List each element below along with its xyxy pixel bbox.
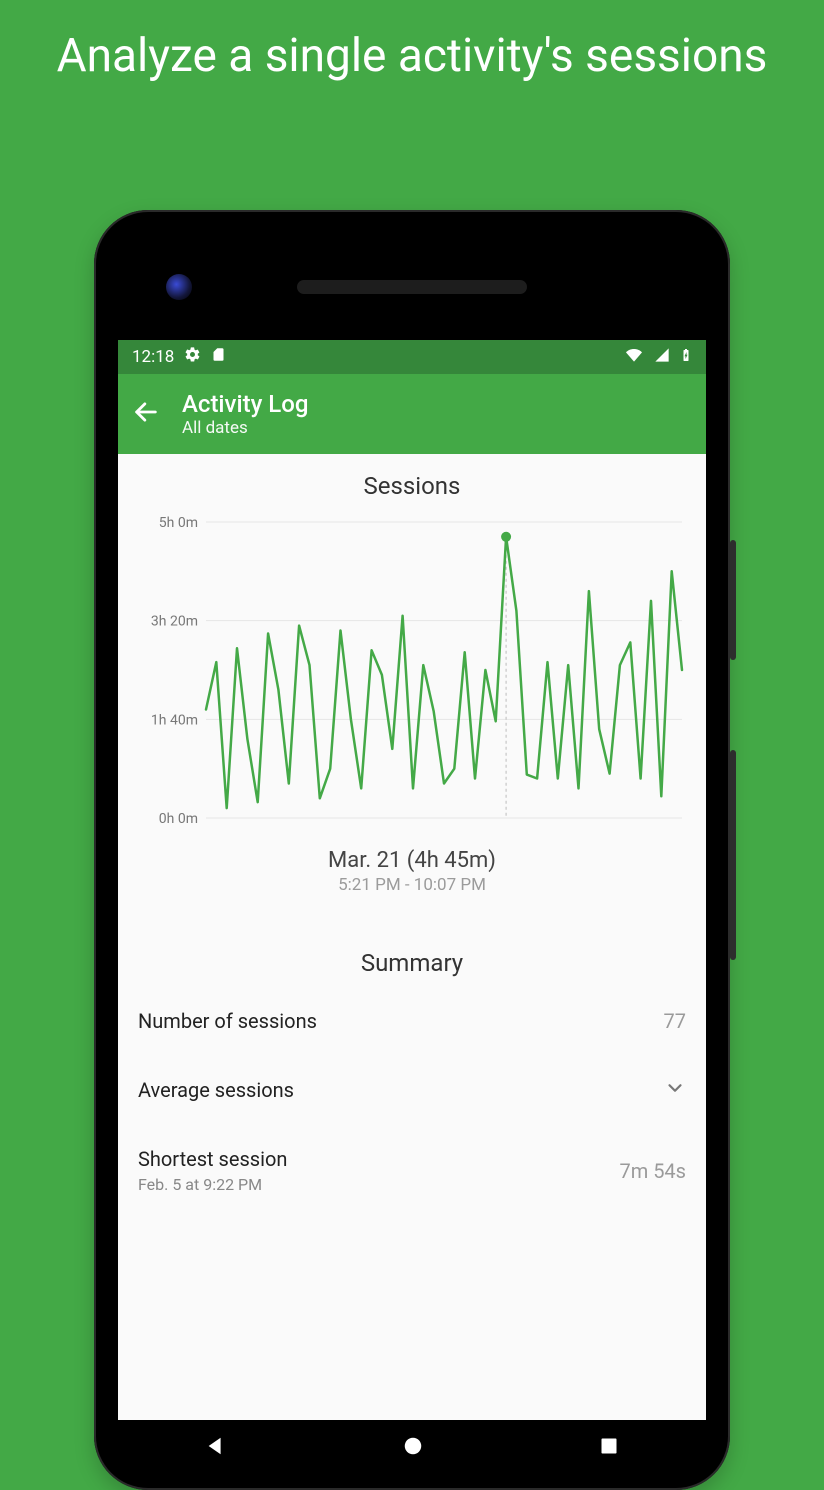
svg-text:5h 0m: 5h 0m	[159, 515, 198, 531]
phone-camera	[166, 274, 192, 300]
sessions-heading: Sessions	[118, 454, 706, 510]
chart-selected-range: 5:21 PM - 10:07 PM	[118, 875, 706, 895]
chevron-down-icon	[664, 1077, 686, 1103]
promo-title: Analyze a single activity's sessions	[0, 0, 824, 86]
summary-count-value: 77	[664, 1009, 686, 1033]
signal-icon	[654, 347, 670, 368]
summary-count-label: Number of sessions	[138, 1009, 317, 1033]
page-title: Activity Log	[182, 390, 308, 418]
android-nav-bar	[118, 1420, 706, 1476]
sessions-chart[interactable]: 0h 0m 1h 40m 3h 20m 5h 0m	[134, 510, 690, 840]
phone-side-button	[730, 540, 736, 660]
status-bar: 12:18	[118, 340, 706, 374]
nav-recent-icon[interactable]	[599, 1436, 619, 1460]
page-subtitle: All dates	[182, 418, 308, 438]
summary-shortest-sublabel: Feb. 5 at 9:22 PM	[138, 1175, 287, 1194]
app-bar: Activity Log All dates	[118, 374, 706, 454]
gear-icon	[184, 346, 201, 368]
nav-back-icon[interactable]	[205, 1435, 227, 1461]
phone-frame: 12:18 Activity Log	[94, 210, 730, 1490]
summary-heading: Summary	[118, 931, 706, 987]
svg-text:3h 20m: 3h 20m	[151, 614, 198, 630]
back-button[interactable]	[132, 398, 160, 430]
svg-text:1h 40m: 1h 40m	[151, 712, 198, 728]
nav-home-icon[interactable]	[402, 1435, 424, 1461]
chart-selected-caption: Mar. 21 (4h 45m) 5:21 PM - 10:07 PM	[118, 848, 706, 895]
summary-row-average[interactable]: Average sessions	[118, 1055, 706, 1125]
wifi-icon	[624, 347, 644, 368]
summary-shortest-label: Shortest session	[138, 1147, 287, 1171]
summary-row-count[interactable]: Number of sessions 77	[118, 987, 706, 1055]
phone-side-button	[730, 750, 736, 960]
chart-selected-label: Mar. 21 (4h 45m)	[118, 848, 706, 873]
svg-text:0h 0m: 0h 0m	[159, 811, 198, 827]
screen: 12:18 Activity Log	[118, 340, 706, 1420]
status-time: 12:18	[132, 347, 174, 367]
summary-average-label: Average sessions	[138, 1078, 294, 1102]
content-area[interactable]: Sessions 0h 0m 1h 40m 3h 20m 5h 0m Mar. 21 …	[118, 454, 706, 1420]
summary-row-shortest[interactable]: Shortest session Feb. 5 at 9:22 PM 7m 54…	[118, 1125, 706, 1216]
sd-card-icon	[211, 346, 226, 368]
summary-shortest-value: 7m 54s	[619, 1159, 686, 1183]
battery-icon	[680, 346, 692, 369]
